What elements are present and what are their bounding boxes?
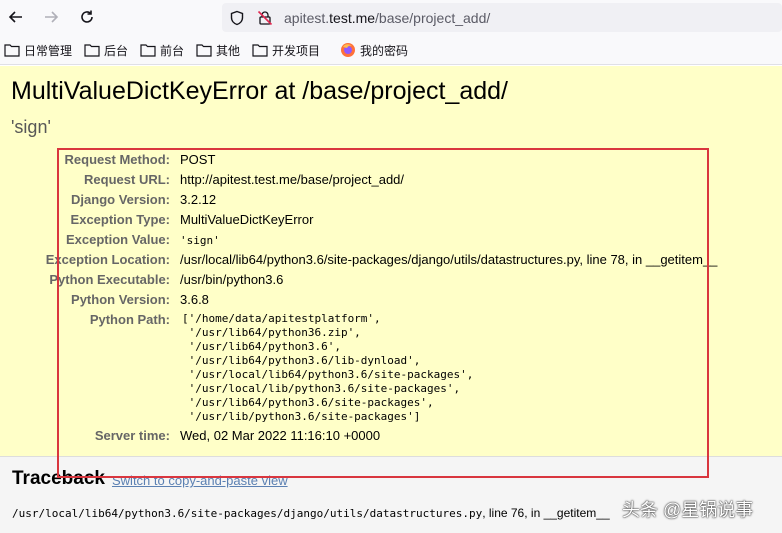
url-text[interactable]: apitest.test.me/base/project_add/ [284,10,490,26]
bookmark-my-passwords[interactable]: 我的密码 [340,41,408,59]
meta-row-exception-value: Exception Value: 'sign' [0,230,782,250]
meta-label: Request Method: [64,152,170,167]
meta-row-request-url: Request URL: http://apitest.test.me/base… [0,170,782,190]
url-subdomain: apitest. [284,10,330,26]
bookmark-label: 开发项目 [272,43,321,58]
bookmark-label: 其他 [216,43,241,58]
bookmarks-bar: 日常管理 后台 前台 其他 开发项目 我的密码 [0,35,782,65]
url-path: /base/project_add/ [375,10,491,26]
meta-value: http://apitest.test.me/base/project_add/ [180,172,405,187]
meta-row-exception-type: Exception Type: MultiValueDictKeyError [0,210,782,230]
meta-value: MultiValueDictKeyError [180,212,314,227]
meta-value: 3.2.12 [180,192,217,207]
arrow-right-icon [45,11,59,23]
meta-label: Exception Type: [70,212,170,227]
firefox-icon [341,43,355,57]
traceback-frame[interactable]: /usr/local/lib64/python3.6/site-packages… [12,506,610,520]
address-bar[interactable]: apitest.test.me/base/project_add/ [222,3,782,32]
shield-icon[interactable] [228,9,246,27]
meta-value: 'sign' [180,234,220,247]
meta-label: Python Executable: [49,272,170,287]
reload-button[interactable] [76,6,98,28]
meta-value: Wed, 02 Mar 2022 11:16:10 +0000 [180,428,381,443]
meta-label: Exception Value: [65,232,170,247]
meta-label: Django Version: [71,192,170,207]
meta-row-request-method: Request Method: POST [0,150,782,170]
insecure-lock-icon[interactable] [256,9,274,27]
traceback-heading: Traceback [12,468,105,489]
bookmark-label: 后台 [104,43,129,58]
page-title: MultiValueDictKeyError at /base/project_… [11,77,508,105]
folder-icon [196,44,212,57]
meta-label: Request URL: [84,172,170,187]
meta-value: /usr/local/lib64/python3.6/site-packages… [180,252,718,267]
reload-icon [81,10,93,23]
meta-value: 3.6.8 [180,292,209,307]
watermark: 头条 @星锅说事 [622,500,754,520]
bookmark-label: 日常管理 [24,43,73,58]
meta-label: Exception Location: [45,252,170,267]
meta-label: Server time: [94,428,170,443]
bookmark-label: 我的密码 [360,43,409,58]
meta-label: Python Path: [89,312,170,327]
bookmark-folder-dev-projects[interactable]: 开发项目 [252,41,320,59]
meta-row-django-version: Django Version: 3.2.12 [0,190,782,210]
bookmark-folder-frontend[interactable]: 前台 [140,41,184,59]
bookmark-folder-backend[interactable]: 后台 [84,41,128,59]
arrow-left-icon [8,11,22,23]
python-path-list: ['/home/data/apitestplatform', '/usr/lib… [182,312,474,423]
meta-row-exception-location: Exception Location: /usr/local/lib64/pyt… [0,250,782,270]
url-domain: test.me [329,10,376,26]
meta-value: POST [180,152,216,167]
meta-value: /usr/bin/python3.6 [180,272,284,287]
frame-file-path: /usr/local/lib64/python3.6/site-packages… [12,507,483,520]
frame-line-info: , line 76, in __getitem__ [482,506,610,520]
folder-icon [140,44,156,57]
meta-label: Python Version: [71,292,170,307]
bookmark-folder-other[interactable]: 其他 [196,41,240,59]
bookmark-folder-daily[interactable]: 日常管理 [4,41,72,59]
folder-icon [4,44,20,57]
meta-row-python-version: Python Version: 3.6.8 [0,290,782,310]
browser-toolbar: apitest.test.me/base/project_add/ [0,0,782,35]
back-button[interactable] [5,6,27,28]
exception-message: 'sign' [11,117,51,137]
folder-icon [252,44,268,57]
bookmark-label: 前台 [160,43,185,58]
error-summary: MultiValueDictKeyError at /base/project_… [0,66,782,457]
meta-row-python-executable: Python Executable: /usr/bin/python3.6 [0,270,782,290]
meta-row-server-time: Server time: Wed, 02 Mar 2022 11:16:10 +… [0,426,782,446]
copy-paste-view-link[interactable]: Switch to copy-and-paste view [112,473,288,488]
forward-button[interactable] [40,6,62,28]
folder-icon [84,44,100,57]
